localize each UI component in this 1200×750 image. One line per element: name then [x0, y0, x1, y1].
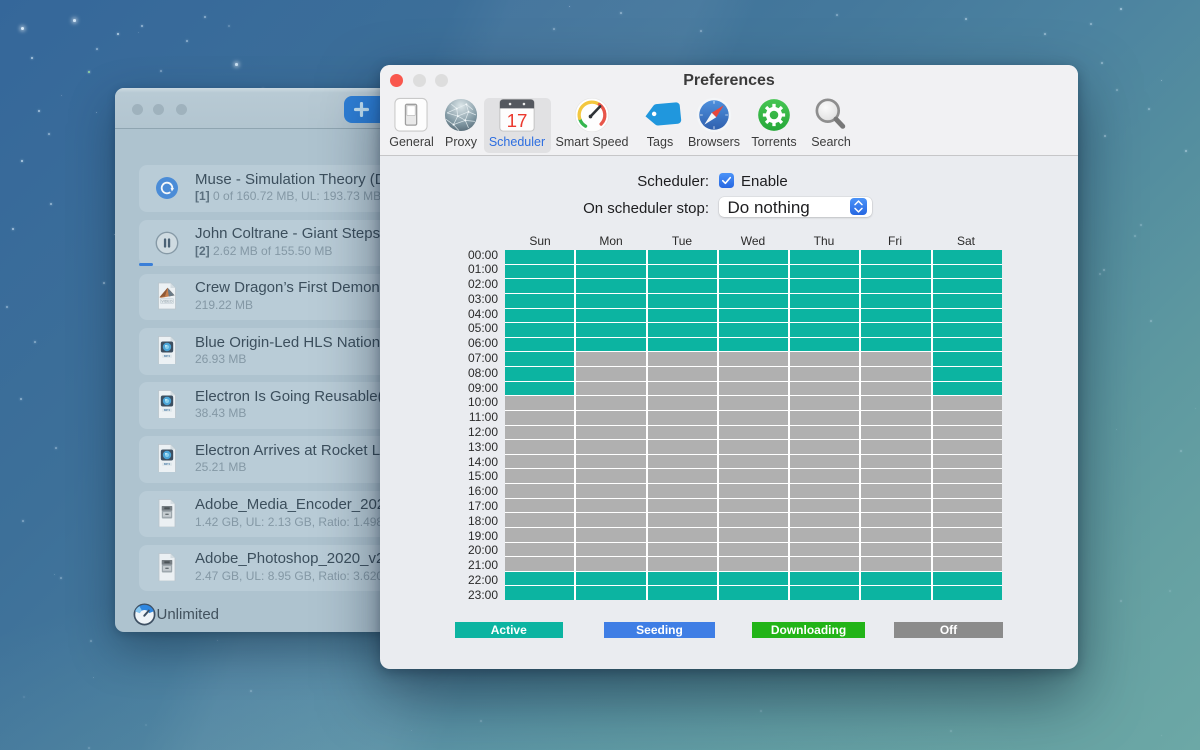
svg-text:MP4: MP4	[164, 408, 171, 412]
svg-text:MP4: MP4	[164, 463, 171, 467]
svg-text:VIDEO: VIDEO	[161, 299, 172, 303]
svg-text:MP4: MP4	[164, 354, 171, 358]
svg-text:17: 17	[507, 109, 528, 130]
